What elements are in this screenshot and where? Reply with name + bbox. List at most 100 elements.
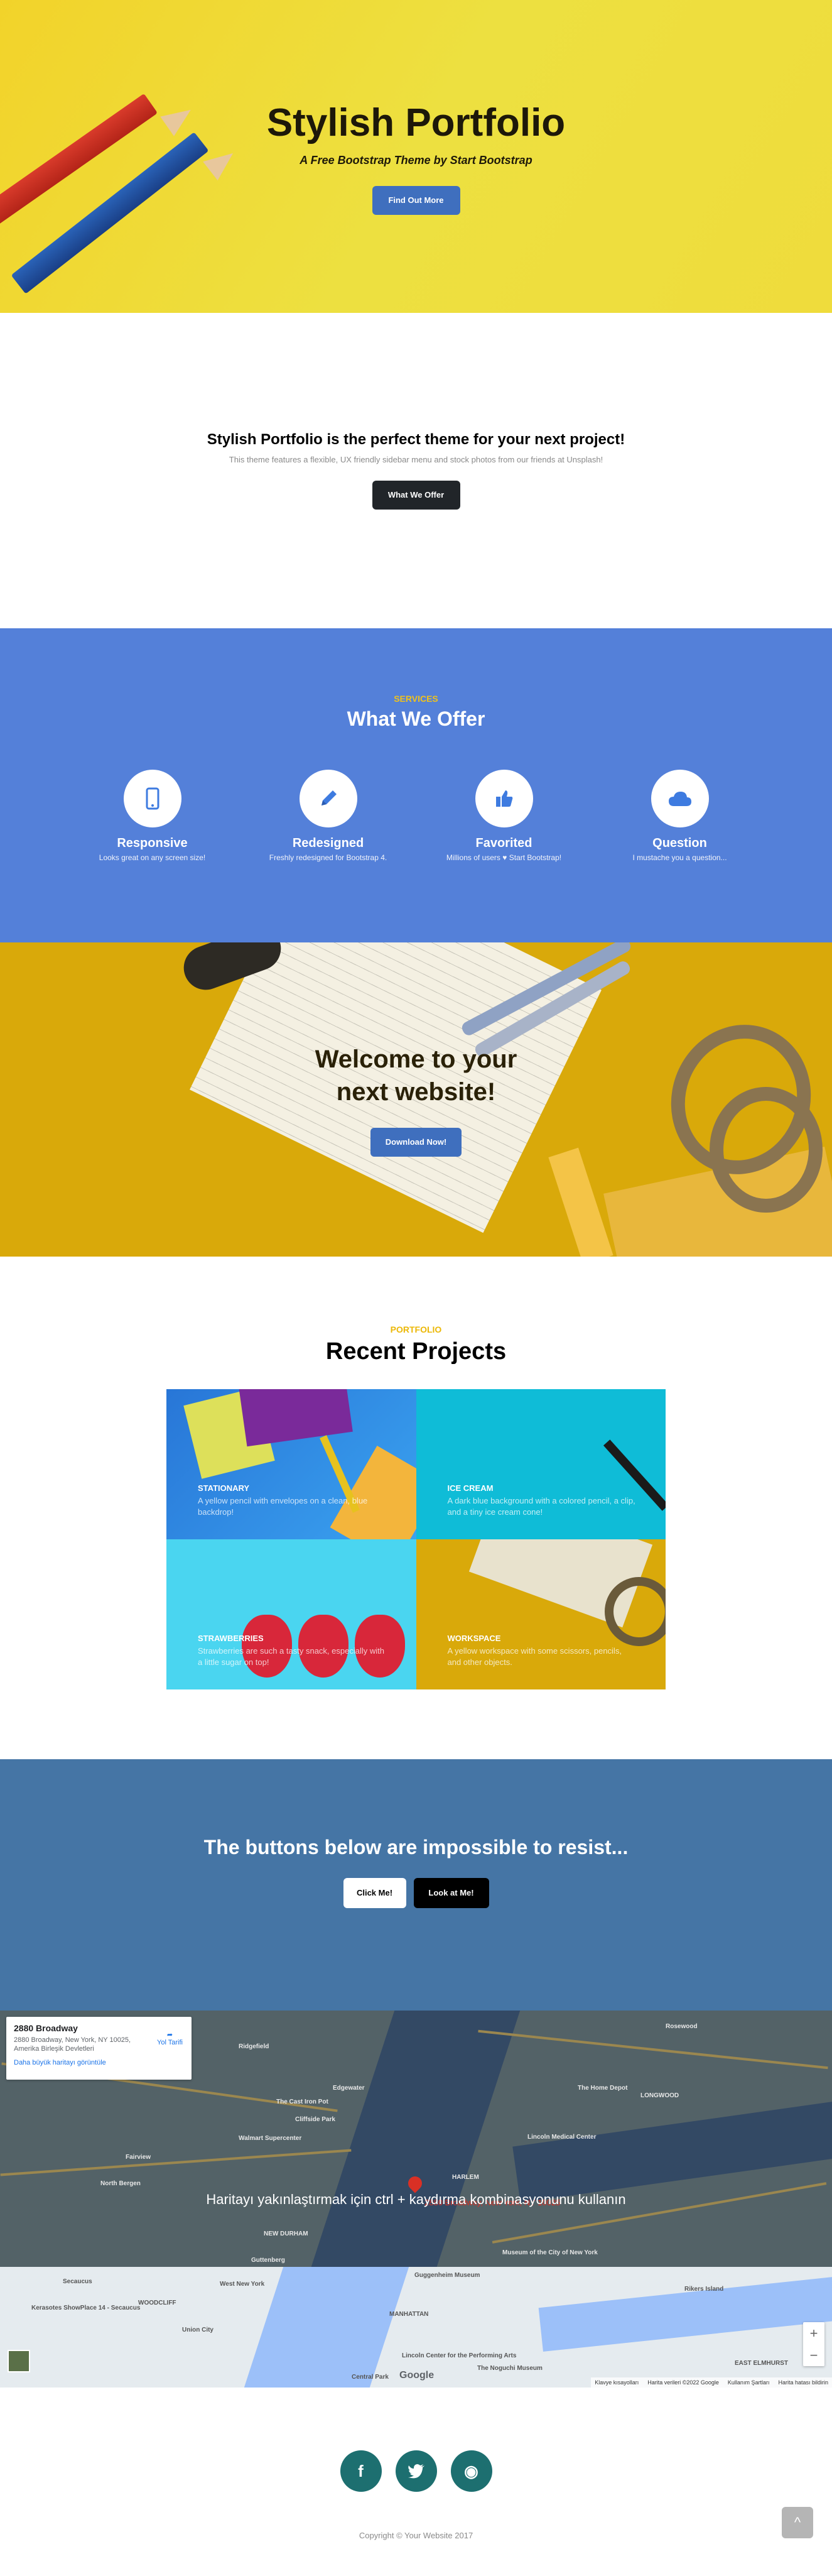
service-name: Question	[652, 836, 707, 850]
map-label: Museum of the City of New York	[502, 2249, 598, 2256]
portfolio-title: Recent Projects	[325, 1338, 507, 1365]
map-zoom-hint: Haritayı yakınlaştırmak için ctrl + kayd…	[206, 2191, 626, 2207]
map-label: LONGWOOD	[640, 2092, 679, 2099]
portfolio-section: PORTFOLIO Recent Projects STATIONARY A y…	[0, 1257, 832, 1759]
report-map-error-link[interactable]: Harita hatası bildirin	[778, 2377, 828, 2388]
service-desc: I mustache you a question...	[632, 853, 727, 862]
cta-title: The buttons below are impossible to resi…	[203, 1836, 629, 1858]
find-out-more-button[interactable]: Find Out More	[372, 186, 460, 215]
scroll-to-top-button[interactable]: ^	[782, 2507, 813, 2538]
service-name: Redesigned	[292, 836, 364, 850]
services-section: SERVICES What We Offer Responsive Looks …	[0, 628, 832, 942]
facebook-icon[interactable]: f	[340, 2450, 382, 2492]
what-we-offer-button[interactable]: What We Offer	[372, 481, 460, 510]
google-logo: Google	[399, 2370, 435, 2381]
page-footer: f ◉ Copyright © Your Website 2017	[0, 2388, 832, 2576]
portfolio-item-desc: Strawberries are such a tasty snack, esp…	[198, 1646, 384, 1667]
portfolio-item-desc: A dark blue background with a colored pe…	[447, 1496, 635, 1517]
hero-subtitle: A Free Bootstrap Theme by Start Bootstra…	[300, 154, 532, 166]
portfolio-item-desc: A yellow pencil with envelopes on a clea…	[198, 1496, 368, 1517]
service-desc-text: Start Bootstrap!	[507, 853, 562, 862]
hero-title: Stylish Portfolio	[266, 101, 566, 145]
map-type-toggle[interactable]	[8, 2350, 30, 2372]
callout-title-line: Welcome to your	[315, 1045, 517, 1073]
download-now-button[interactable]: Download Now!	[370, 1128, 462, 1157]
portfolio-item-title: ICE CREAM	[447, 1483, 494, 1493]
zoom-in-button[interactable]: +	[803, 2322, 824, 2344]
look-at-me-button[interactable]: Look at Me!	[413, 1878, 489, 1908]
map-label: Union City	[182, 2327, 213, 2333]
portfolio-item-strawberries[interactable]: STRAWBERRIES Strawberries are such a tas…	[166, 1539, 416, 1689]
service-item: Responsive Looks great on any screen siz…	[65, 770, 240, 862]
service-desc-text: Millions of users	[446, 853, 503, 862]
map-data-credit: Harita verileri ©2022 Google	[647, 2379, 719, 2386]
cloud-icon	[651, 770, 709, 827]
map-label: Lincoln Medical Center	[527, 2134, 597, 2141]
map-footer: Klavye kısayolları Harita verileri ©2022…	[591, 2377, 832, 2388]
service-name: Responsive	[117, 836, 188, 850]
map-label: Ridgefield	[239, 2043, 269, 2050]
chevron-up-icon: ^	[794, 2514, 801, 2530]
map-label: Walmart Supercenter	[239, 2135, 302, 2142]
click-me-button[interactable]: Click Me!	[343, 1878, 406, 1908]
about-title: Stylish Portfolio is the perfect theme f…	[207, 431, 625, 448]
twitter-icon[interactable]	[395, 2450, 437, 2492]
map-label: EAST ELMHURST	[735, 2360, 788, 2367]
directions-button[interactable]: ➦ Yol Tarifi	[157, 2031, 183, 2046]
ruler-image	[548, 1147, 613, 1257]
thumbs-up-icon	[475, 770, 533, 827]
map-label: Rikers Island	[684, 2286, 724, 2293]
map-label: NEW DURHAM	[264, 2230, 308, 2237]
map-label: HARLEM	[452, 2174, 479, 2181]
portfolio-item-ice-cream[interactable]: ICE CREAM A dark blue background with a …	[416, 1389, 666, 1539]
service-item: Redesigned Freshly redesigned for Bootst…	[240, 770, 416, 862]
map-label: Rosewood	[666, 2023, 698, 2030]
social-links: f ◉	[0, 2450, 832, 2492]
hero-section: Stylish Portfolio A Free Bootstrap Theme…	[0, 0, 832, 313]
terms-link[interactable]: Kullanım Şartları	[728, 2377, 770, 2388]
directions-label: Yol Tarifi	[157, 2039, 183, 2046]
about-lead: This theme features a flexible, UX frien…	[229, 455, 603, 464]
service-name: Favorited	[475, 836, 532, 850]
map-section[interactable]: Secaucus West New York WOODCLIFF Union C…	[0, 2011, 832, 2388]
portfolio-kicker: PORTFOLIO	[390, 1324, 442, 1334]
map-label: The Home Depot	[578, 2085, 628, 2092]
portfolio-item-stationary[interactable]: STATIONARY A yellow pencil with envelope…	[166, 1389, 416, 1539]
map-label: The Noguchi Museum	[477, 2365, 543, 2372]
service-item: Question I mustache you a question...	[592, 770, 768, 862]
call-to-action-section: The buttons below are impossible to resi…	[0, 1759, 832, 2011]
map-label: Lincoln Center for the Performing Arts	[402, 2352, 517, 2359]
portfolio-grid: STATIONARY A yellow pencil with envelope…	[166, 1389, 666, 1689]
map-label: Guttenberg	[251, 2257, 285, 2264]
zoom-out-button[interactable]: −	[803, 2344, 824, 2366]
map-label: MANHATTAN	[389, 2311, 429, 2318]
about-section: Stylish Portfolio is the perfect theme f…	[0, 313, 832, 628]
map-place-card: 2880 Broadway 2880 Broadway, New York, N…	[6, 2017, 192, 2080]
portfolio-item-title: WORKSPACE	[447, 1634, 501, 1643]
service-desc: Looks great on any screen size!	[99, 853, 206, 862]
map-label: The Cast Iron Pot	[276, 2098, 328, 2105]
map-label: West New York	[220, 2281, 265, 2288]
mobile-phone-icon	[123, 770, 181, 827]
map-label: Fairview	[126, 2154, 151, 2161]
service-desc: Freshly redesigned for Bootstrap 4.	[269, 853, 387, 862]
copyright-text: Copyright © Your Website 2017	[359, 2531, 473, 2540]
portfolio-item-title: STRAWBERRIES	[198, 1634, 264, 1643]
map-place-address: 2880 Broadway, New York, NY 10025, Ameri…	[14, 2036, 131, 2053]
keyboard-shortcuts-link[interactable]: Klavye kısayolları	[595, 2377, 639, 2388]
map-label: Cliffside Park	[295, 2116, 335, 2123]
map-label: Secaucus	[63, 2278, 92, 2285]
services-title: What We Offer	[347, 707, 485, 730]
service-item: Favorited Millions of users ♥ Start Boot…	[416, 770, 592, 862]
portfolio-item-workspace[interactable]: WORKSPACE A yellow workspace with some s…	[416, 1539, 666, 1689]
map-zoom-control: + −	[803, 2322, 824, 2366]
map-label: Edgewater	[333, 2085, 365, 2092]
pencil-icon	[299, 770, 357, 827]
map-label: Kerasotes ShowPlace 14 - Secaucus	[31, 2305, 141, 2311]
directions-icon: ➦	[166, 2031, 173, 2039]
map-label: WOODCLIFF	[138, 2300, 176, 2306]
map-label: North Bergen	[100, 2180, 141, 2187]
github-icon[interactable]: ◉	[450, 2450, 492, 2492]
services-kicker: SERVICES	[394, 694, 438, 704]
view-larger-map-link[interactable]: Daha büyük haritayı görüntüle	[14, 2059, 184, 2066]
